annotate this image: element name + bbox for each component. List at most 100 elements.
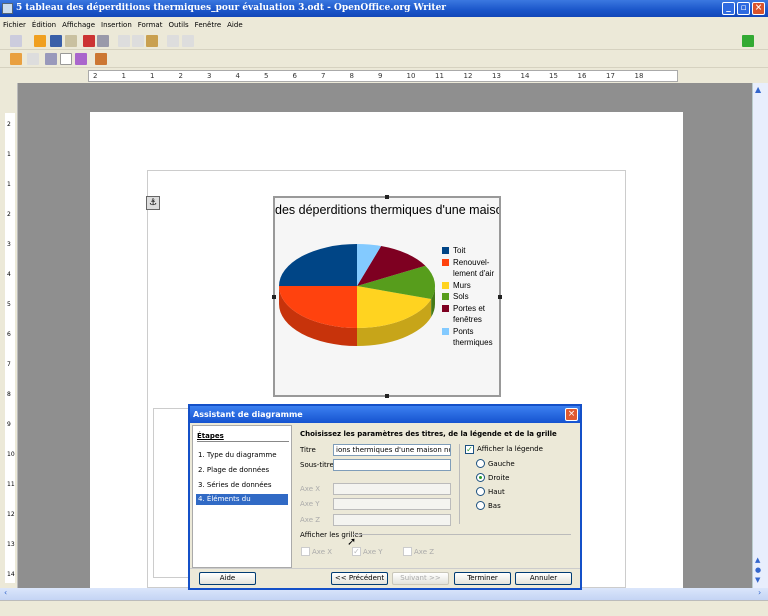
menu-insertion[interactable]: Insertion bbox=[98, 18, 135, 33]
menu-fenetre[interactable]: Fenêtre bbox=[192, 18, 224, 33]
legend-right-label: Droite bbox=[488, 474, 510, 482]
menu-affichage[interactable]: Affichage bbox=[59, 18, 98, 33]
ruler-tick-label: 1 bbox=[7, 151, 11, 158]
step-chart-type[interactable]: 1. Type du diagramme bbox=[196, 450, 288, 461]
chart-toolbar bbox=[0, 50, 768, 68]
title-label: Titre bbox=[300, 446, 316, 454]
pie-slice[interactable] bbox=[279, 244, 357, 286]
cancel-button[interactable]: Annuler bbox=[515, 572, 572, 585]
data-columns-icon[interactable] bbox=[60, 53, 72, 65]
menu-aide[interactable]: Aide bbox=[224, 18, 245, 33]
ruler-tick-label: 6 bbox=[292, 72, 297, 80]
dialog-button-bar: Aide << Précédent Suivant >> Terminer An… bbox=[190, 568, 580, 588]
menu-outils[interactable]: Outils bbox=[165, 18, 191, 33]
paste-icon[interactable] bbox=[146, 35, 158, 47]
auto-layout-icon[interactable] bbox=[95, 53, 107, 65]
restore-button[interactable]: ▫ bbox=[737, 2, 750, 15]
step-data-series[interactable]: 3. Séries de données bbox=[196, 480, 288, 491]
step-data-range[interactable]: 2. Plage de données bbox=[196, 465, 288, 476]
legend-label: Ponts bbox=[453, 326, 474, 336]
ruler-tick-label: 1 bbox=[150, 72, 155, 80]
previous-button[interactable]: << Précédent bbox=[331, 572, 388, 585]
legend-label: Toit bbox=[453, 246, 466, 255]
legend-label: Renouvel- bbox=[453, 257, 490, 267]
legend-right-radio[interactable] bbox=[476, 473, 485, 482]
grid-x-checkbox[interactable] bbox=[301, 547, 310, 556]
email-icon[interactable] bbox=[65, 35, 77, 47]
scroll-up-icon[interactable]: ▲ bbox=[755, 85, 766, 95]
legend-top-radio[interactable] bbox=[476, 487, 485, 496]
legend-label: Portes et bbox=[453, 303, 486, 313]
axis-x-label: Axe X bbox=[300, 485, 321, 493]
step-chart-elements[interactable]: 4. Éléments du diagramme bbox=[196, 494, 288, 514]
ruler-tick-label: 18 bbox=[634, 72, 644, 80]
menu-fichier[interactable]: Fichier bbox=[0, 18, 29, 33]
legend-bottom-radio[interactable] bbox=[476, 501, 485, 510]
help-button[interactable]: Aide bbox=[199, 572, 256, 585]
ruler-tick-label: 12 bbox=[7, 511, 15, 518]
axis-y-input[interactable] bbox=[333, 498, 451, 510]
title-input[interactable]: ions thermiques d'une maison non isolée. bbox=[333, 444, 451, 456]
data-rows-icon[interactable] bbox=[45, 53, 57, 65]
menu-edition[interactable]: Édition bbox=[29, 18, 59, 33]
finish-button[interactable]: Terminer bbox=[454, 572, 511, 585]
text-scale-icon[interactable] bbox=[75, 53, 87, 65]
axis-x-input[interactable] bbox=[333, 483, 451, 495]
ruler-tick-label: 15 bbox=[549, 72, 558, 80]
save-icon[interactable] bbox=[50, 35, 62, 47]
status-bar bbox=[0, 600, 768, 616]
ruler-tick-label: 16 bbox=[577, 72, 587, 80]
legend-swatch bbox=[442, 247, 449, 254]
axis-z-label: Axe Z bbox=[300, 516, 321, 524]
grid-z-label: Axe Z bbox=[414, 548, 435, 556]
show-legend-checkbox[interactable]: ✓ bbox=[465, 445, 474, 454]
dialog-close-button[interactable]: × bbox=[565, 408, 578, 421]
grid-y-checkbox[interactable]: ✓ bbox=[352, 547, 361, 556]
export-pdf-icon[interactable] bbox=[83, 35, 95, 47]
next-button[interactable]: Suivant >> bbox=[392, 572, 449, 585]
minimize-button[interactable]: _ bbox=[722, 2, 735, 15]
open-folder-icon[interactable] bbox=[34, 35, 46, 47]
resize-handle[interactable] bbox=[385, 394, 389, 398]
scroll-right-icon[interactable]: › bbox=[758, 588, 761, 597]
table bbox=[153, 408, 189, 578]
copy-icon[interactable] bbox=[132, 35, 144, 47]
chart-wizard-dialog: Assistant de diagramme × Étapes 1. Type … bbox=[188, 404, 582, 590]
legend-swatch bbox=[442, 304, 449, 312]
anchor-icon[interactable]: ⚓ bbox=[146, 196, 160, 210]
menu-format[interactable]: Format bbox=[135, 18, 166, 33]
cut-icon[interactable] bbox=[118, 35, 130, 47]
redo-icon[interactable] bbox=[182, 35, 194, 47]
print-icon[interactable] bbox=[97, 35, 109, 47]
legend-label: Sols bbox=[453, 292, 469, 301]
app-icon bbox=[2, 3, 13, 14]
page-nav-icon[interactable]: ▲ ● ▼ bbox=[755, 555, 766, 585]
vertical-ruler[interactable]: 2 1 1 2 3 4 5 6 7 8 9 10 11 12 13 14 bbox=[0, 83, 18, 588]
legend-left-radio[interactable] bbox=[476, 459, 485, 468]
standard-toolbar bbox=[0, 32, 768, 50]
undo-icon[interactable] bbox=[167, 35, 179, 47]
resize-handle[interactable] bbox=[272, 295, 276, 299]
chart-data-icon[interactable] bbox=[27, 53, 39, 65]
show-legend-label: Afficher la légende bbox=[477, 445, 543, 453]
update-icon[interactable] bbox=[742, 35, 754, 47]
ruler-tick-label: 17 bbox=[606, 72, 615, 80]
chart-elements-panel: Choisissez les paramètres des titres, de… bbox=[293, 425, 578, 568]
divider bbox=[353, 534, 571, 535]
horizontal-ruler[interactable]: 2 1 1 2 3 4 5 6 7 8 9 10 11 12 13 14 15 16 17 18 bbox=[88, 70, 678, 82]
resize-handle[interactable] bbox=[498, 295, 502, 299]
ruler-tick-label: 6 bbox=[7, 331, 11, 338]
ruler-tick-label: 11 bbox=[7, 481, 15, 488]
scroll-left-icon[interactable]: ‹ bbox=[4, 588, 7, 597]
close-button[interactable]: × bbox=[752, 2, 765, 15]
vertical-scrollbar[interactable]: ▲ ▲ ● ▼ bbox=[752, 83, 768, 588]
chart-type-icon[interactable] bbox=[10, 53, 22, 65]
resize-handle[interactable] bbox=[385, 195, 389, 199]
axis-z-input[interactable] bbox=[333, 514, 451, 526]
chart-object[interactable]: des déperditions thermiques d'une maison… bbox=[272, 195, 502, 398]
new-document-icon[interactable] bbox=[10, 35, 22, 47]
steps-header: Étapes bbox=[197, 432, 289, 442]
subtitle-label: Sous-titre bbox=[300, 461, 334, 469]
grid-z-checkbox[interactable] bbox=[403, 547, 412, 556]
subtitle-input[interactable] bbox=[333, 459, 451, 471]
